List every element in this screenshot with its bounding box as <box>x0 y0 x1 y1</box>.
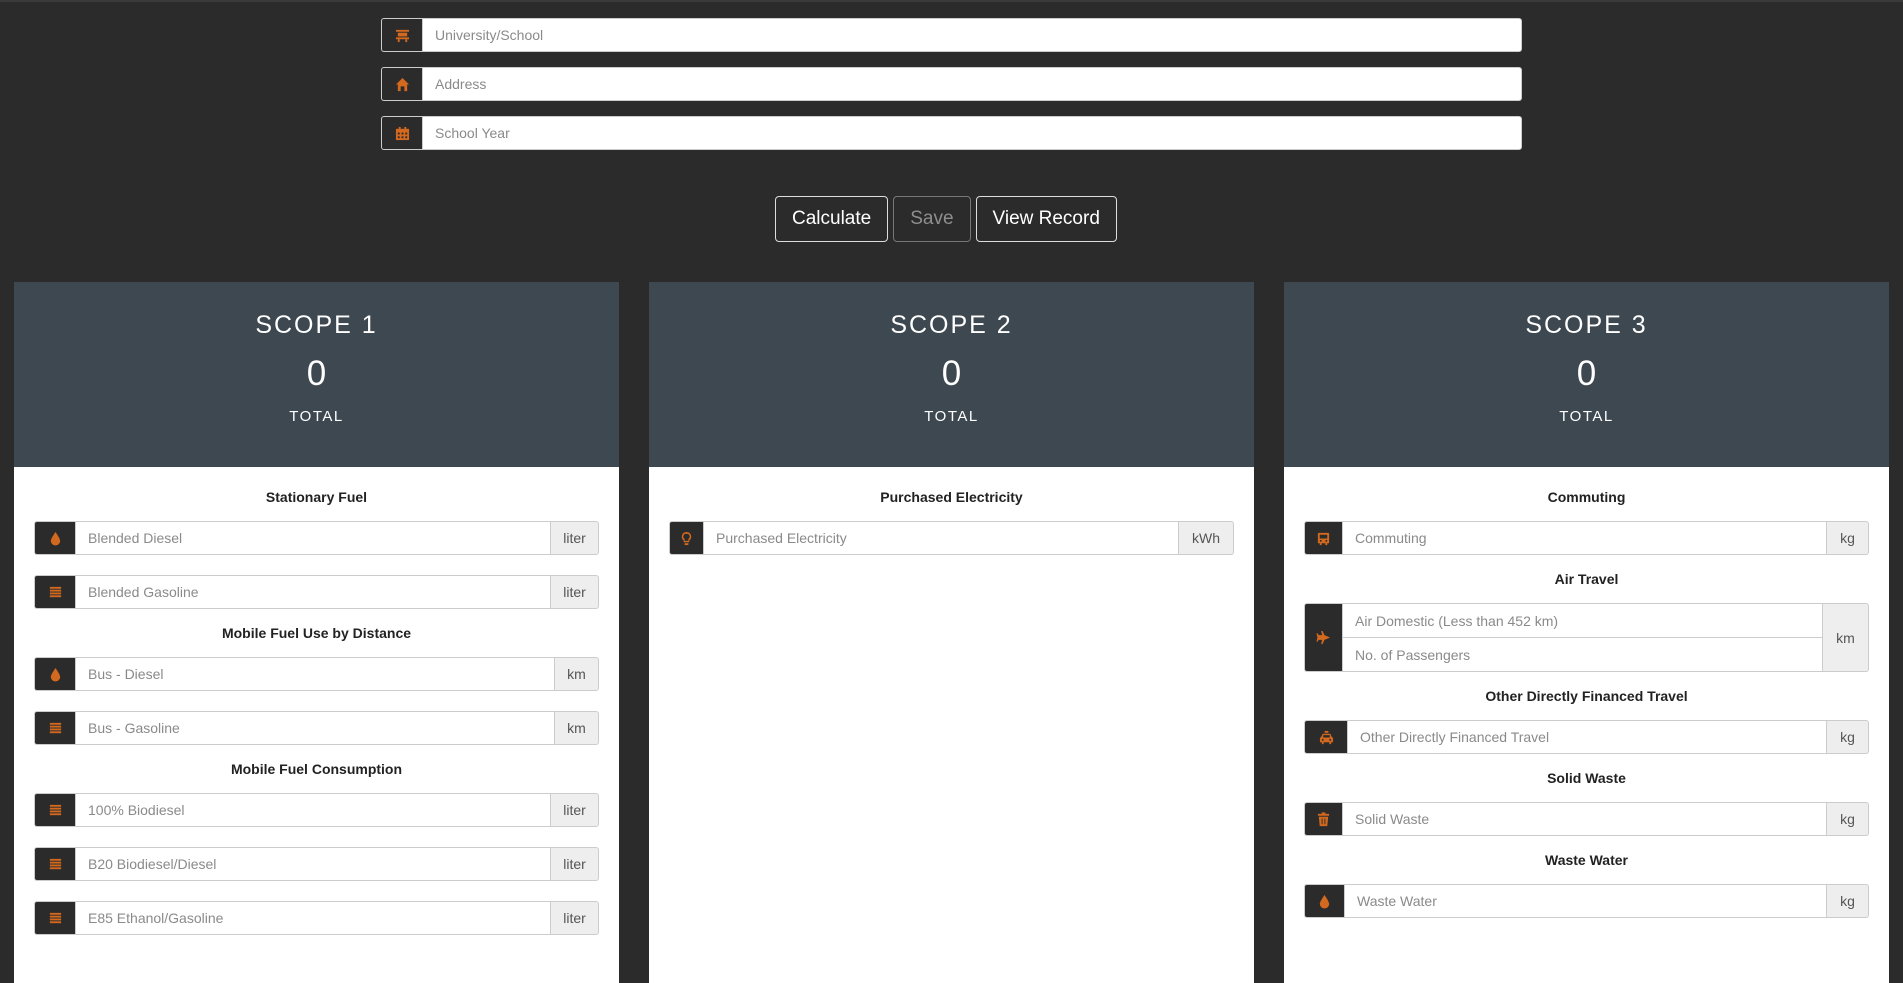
scope3-header: SCOPE 3 0 TOTAL <box>1284 282 1889 467</box>
e85-row: liter <box>34 901 599 935</box>
school-icon <box>381 18 422 52</box>
unit-km: km <box>555 711 599 745</box>
unit-liter: liter <box>551 901 599 935</box>
scope1-title: SCOPE 1 <box>255 311 378 339</box>
b20-row: liter <box>34 847 599 881</box>
unit-kg: kg <box>1827 884 1869 918</box>
unit-liter: liter <box>551 521 599 555</box>
scope2-header: SCOPE 2 0 TOTAL <box>649 282 1254 467</box>
drop-icon <box>1304 884 1344 918</box>
unit-kwh: kWh <box>1179 521 1234 555</box>
blended-gasoline-input[interactable] <box>75 575 551 609</box>
address-row <box>381 67 1522 101</box>
solid-waste-row: kg <box>1304 802 1869 836</box>
fuel-bars-icon <box>34 711 75 745</box>
unit-km: km <box>555 657 599 691</box>
mobile-consumption-title: Mobile Fuel Consumption <box>230 761 403 777</box>
airplane-icon <box>1304 603 1342 672</box>
passengers-input[interactable] <box>1342 638 1823 672</box>
university-row <box>381 18 1522 52</box>
waste-water-title: Waste Water <box>1545 852 1628 868</box>
scope3-panel: SCOPE 3 0 TOTAL Commuting kg Air Travel … <box>1284 282 1889 983</box>
unit-liter: liter <box>551 847 599 881</box>
lightbulb-icon <box>669 521 703 555</box>
school-year-input[interactable] <box>422 116 1522 150</box>
fuel-bars-icon <box>34 793 75 827</box>
scope2-title: SCOPE 2 <box>890 311 1013 339</box>
scope1-total-value: 0 <box>306 354 327 393</box>
fuel-bars-icon <box>34 575 75 609</box>
scope2-total-label: TOTAL <box>924 408 979 425</box>
scope3-title: SCOPE 3 <box>1525 311 1648 339</box>
biodiesel-100-row: liter <box>34 793 599 827</box>
home-icon <box>381 67 422 101</box>
purchased-electricity-row: kWh <box>669 521 1234 555</box>
scope1-total-label: TOTAL <box>289 408 344 425</box>
air-travel-title: Air Travel <box>1554 571 1619 587</box>
school-info-form <box>381 18 1522 165</box>
blended-gasoline-row: liter <box>34 575 599 609</box>
air-travel-row: km <box>1304 603 1869 672</box>
purchased-electricity-input[interactable] <box>703 521 1179 555</box>
unit-kg: kg <box>1827 521 1869 555</box>
drop-icon <box>34 521 75 555</box>
university-input[interactable] <box>422 18 1522 52</box>
drop-icon <box>34 657 75 691</box>
other-travel-row: kg <box>1304 720 1869 754</box>
commuting-input[interactable] <box>1342 521 1827 555</box>
purchased-electricity-title: Purchased Electricity <box>880 489 1023 505</box>
other-travel-input[interactable] <box>1347 720 1827 754</box>
scope2-total-value: 0 <box>941 354 962 393</box>
b20-input[interactable] <box>75 847 551 881</box>
commuting-title: Commuting <box>1547 489 1626 505</box>
blended-diesel-row: liter <box>34 521 599 555</box>
unit-liter: liter <box>551 575 599 609</box>
bus-gasoline-input[interactable] <box>75 711 555 745</box>
waste-water-input[interactable] <box>1344 884 1827 918</box>
trash-icon <box>1304 802 1342 836</box>
view-record-button[interactable]: View Record <box>975 196 1117 242</box>
solid-waste-input[interactable] <box>1342 802 1827 836</box>
bus-gasoline-row: km <box>34 711 599 745</box>
biodiesel-100-input[interactable] <box>75 793 551 827</box>
address-input[interactable] <box>422 67 1522 101</box>
waste-water-row: kg <box>1304 884 1869 918</box>
blended-diesel-input[interactable] <box>75 521 551 555</box>
fuel-bars-icon <box>34 847 75 881</box>
stationary-fuel-title: Stationary Fuel <box>265 489 368 505</box>
scope1-header: SCOPE 1 0 TOTAL <box>14 282 619 467</box>
other-travel-title: Other Directly Financed Travel <box>1485 688 1688 704</box>
mobile-distance-title: Mobile Fuel Use by Distance <box>221 625 412 641</box>
scope3-total-label: TOTAL <box>1559 408 1614 425</box>
scope3-total-value: 0 <box>1576 354 1597 393</box>
scope1-panel: SCOPE 1 0 TOTAL Stationary Fuel liter li… <box>14 282 619 983</box>
solid-waste-title: Solid Waste <box>1547 770 1626 786</box>
calendar-icon <box>381 116 422 150</box>
action-buttons: Calculate Save View Record <box>775 196 1117 242</box>
taxi-icon <box>1304 720 1347 754</box>
air-domestic-input[interactable] <box>1342 603 1823 638</box>
save-button[interactable]: Save <box>893 196 971 242</box>
commuting-row: kg <box>1304 521 1869 555</box>
bus-diesel-row: km <box>34 657 599 691</box>
unit-kg: kg <box>1827 720 1869 754</box>
unit-km: km <box>1823 603 1869 672</box>
fuel-bars-icon <box>34 901 75 935</box>
bus-icon <box>1304 521 1342 555</box>
scope2-panel: SCOPE 2 0 TOTAL Purchased Electricity kW… <box>649 282 1254 983</box>
bus-diesel-input[interactable] <box>75 657 555 691</box>
unit-liter: liter <box>551 793 599 827</box>
school-year-row <box>381 116 1522 150</box>
calculate-button[interactable]: Calculate <box>775 196 889 242</box>
unit-kg: kg <box>1827 802 1869 836</box>
e85-input[interactable] <box>75 901 551 935</box>
